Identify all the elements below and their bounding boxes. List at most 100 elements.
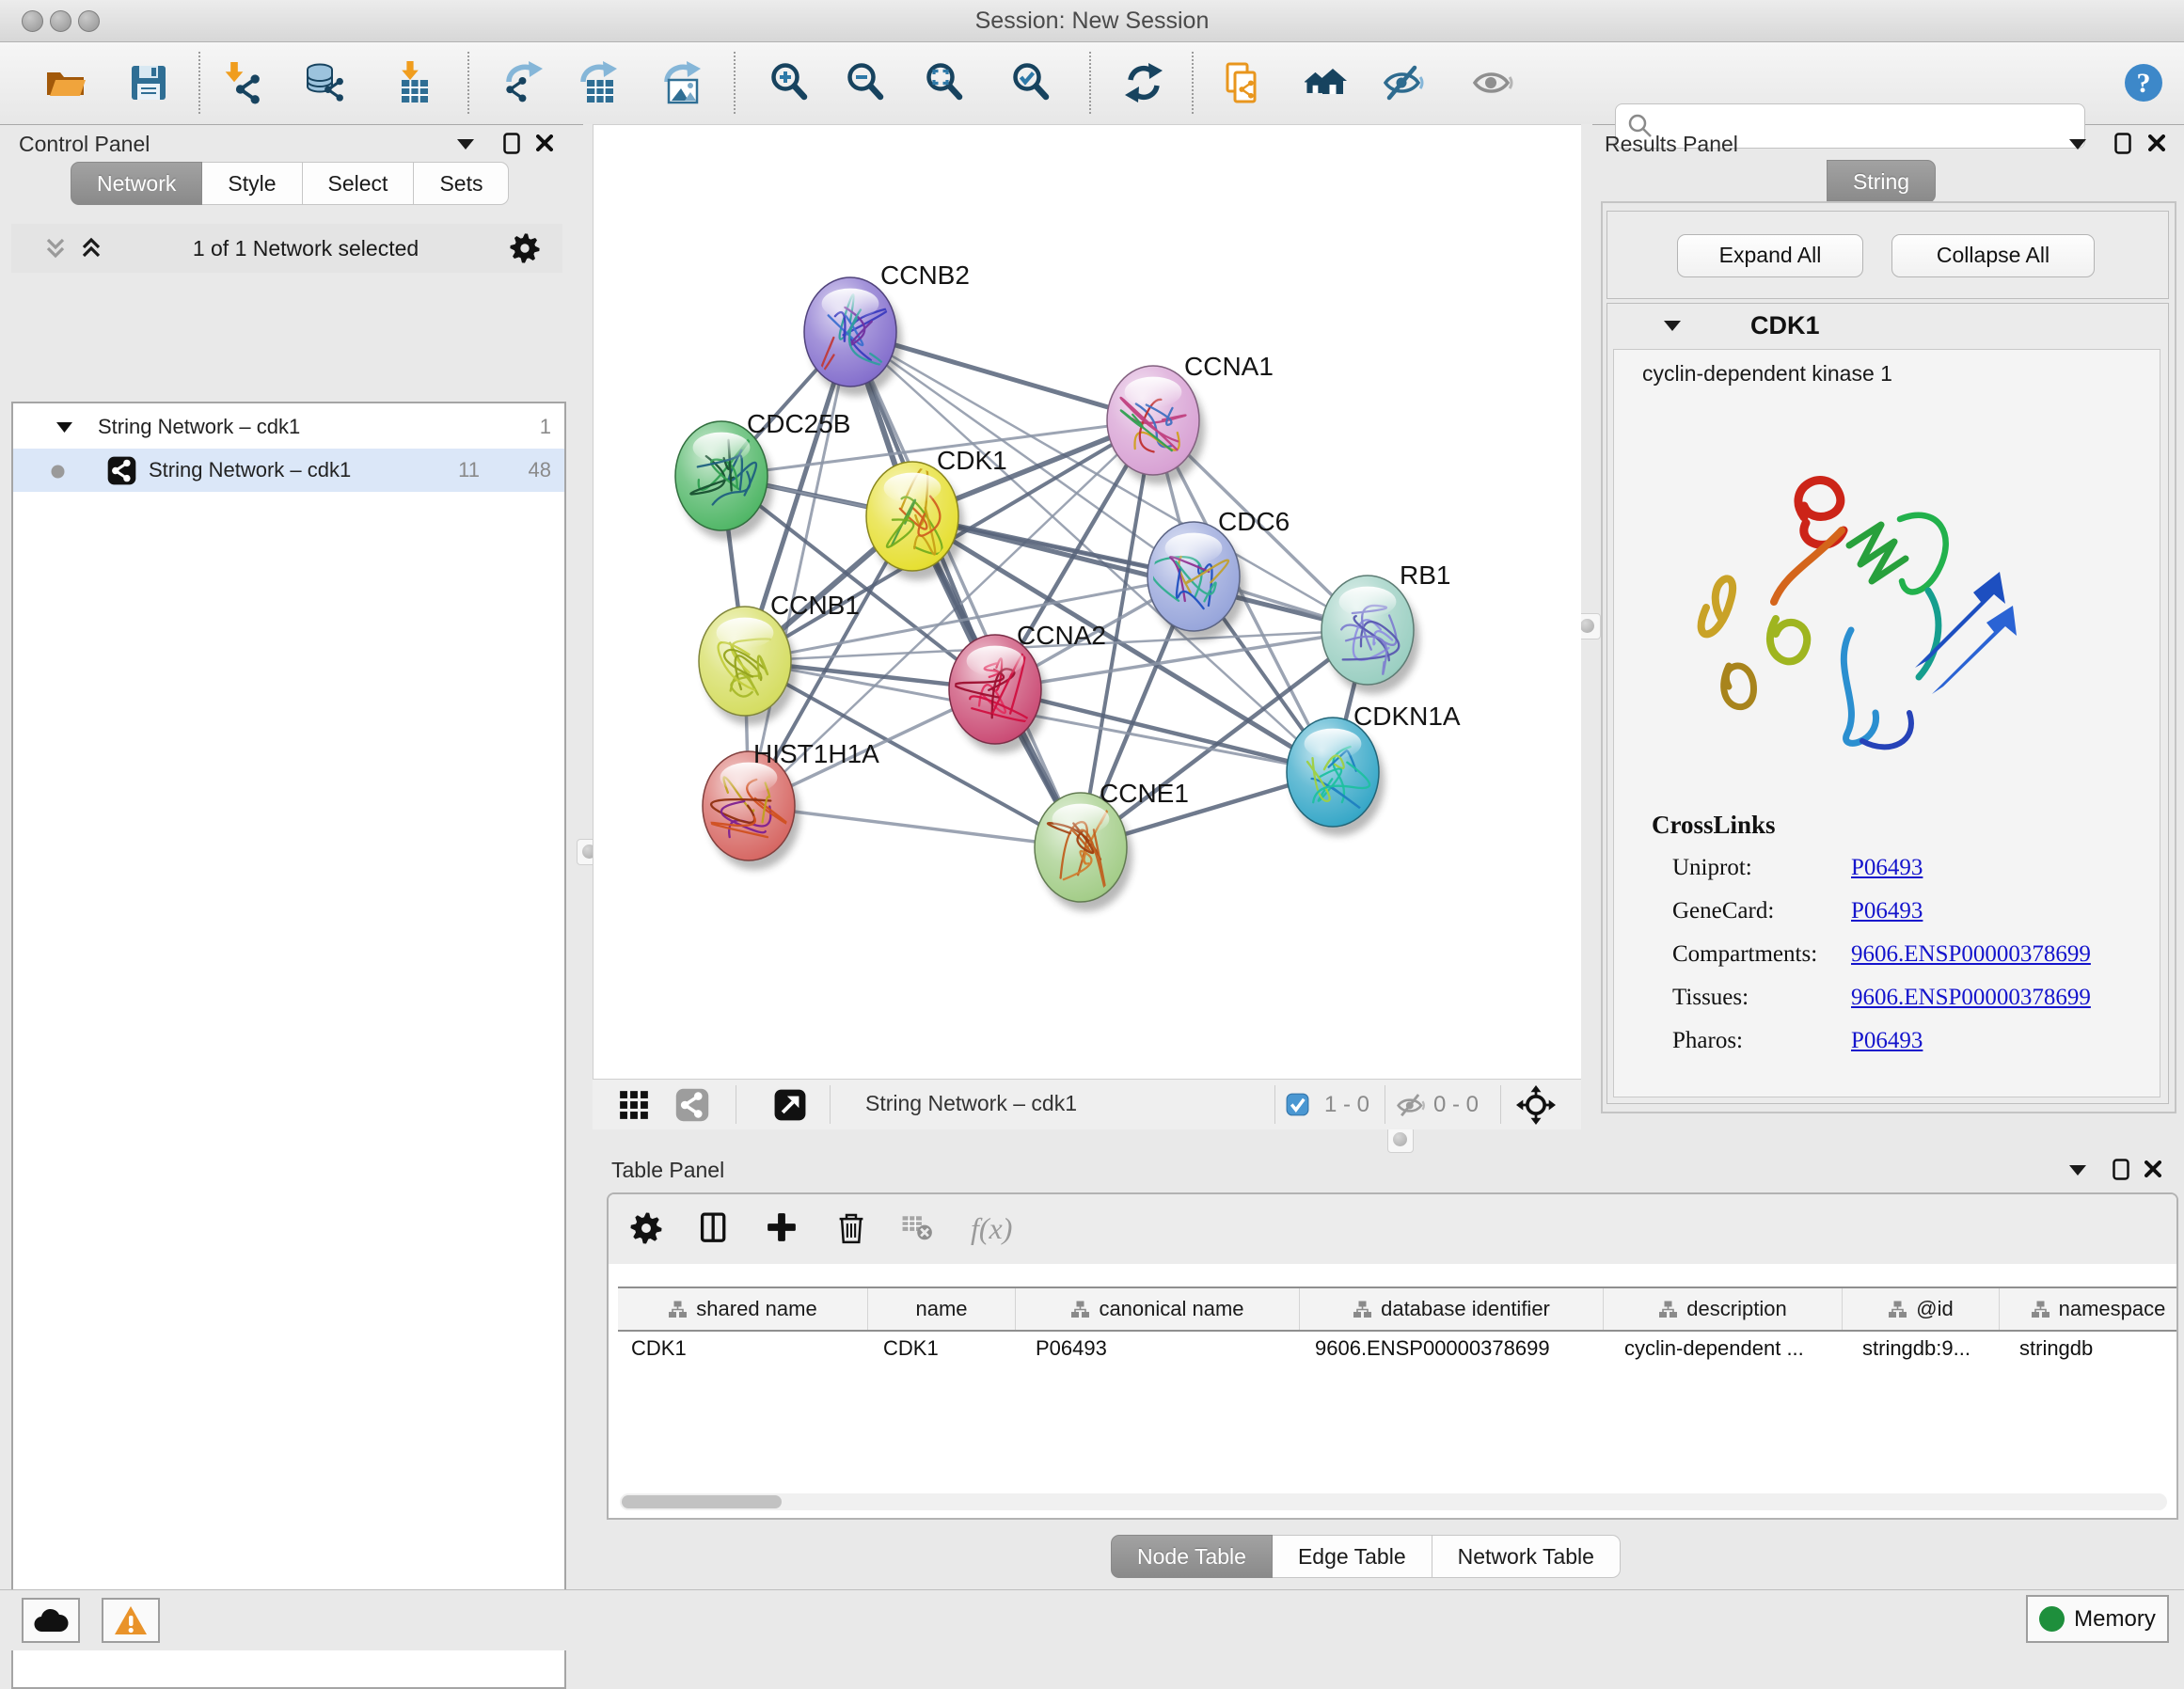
crosslink-link[interactable]: P06493 xyxy=(1851,890,1923,933)
import-table-button[interactable] xyxy=(388,61,432,104)
table-cell[interactable]: P06493 xyxy=(1016,1330,1300,1367)
collapse-all-button[interactable]: Collapse All xyxy=(1891,234,2095,277)
birds-eye-view-icon[interactable] xyxy=(773,1088,807,1122)
protein-collapse-icon[interactable] xyxy=(1664,321,1681,331)
table-panel-menu-icon[interactable] xyxy=(2069,1165,2086,1176)
tab-sets[interactable]: Sets xyxy=(414,162,509,205)
network-view-title: String Network – cdk1 xyxy=(865,1091,1077,1116)
network-node-CCNA1[interactable]: CCNA1 xyxy=(1107,352,1274,484)
cloud-button[interactable] xyxy=(22,1598,80,1643)
import-database-button[interactable] xyxy=(305,61,348,104)
tab-string[interactable]: String xyxy=(1827,160,1936,203)
tab-select[interactable]: Select xyxy=(303,162,415,205)
column-header-description[interactable]: description xyxy=(1604,1288,1843,1330)
table-cell[interactable]: cyclin-dependent ... xyxy=(1604,1330,1843,1367)
crosslink-link[interactable]: 9606.ENSP00000378699 xyxy=(1851,976,2091,1019)
table-cell[interactable]: stringdb xyxy=(2000,1330,2178,1367)
hide-selected-button[interactable] xyxy=(1382,61,1425,104)
column-type-icon xyxy=(1353,1301,1372,1318)
column-type-icon xyxy=(1888,1301,1907,1318)
refresh-button[interactable] xyxy=(1122,61,1165,104)
table-cell[interactable]: CDK1 xyxy=(868,1330,1016,1367)
crosslink-link[interactable]: P06493 xyxy=(1851,1019,1923,1063)
zoom-fit-button[interactable] xyxy=(923,61,966,104)
control-panel-close-icon[interactable] xyxy=(536,134,553,151)
network-node-CDC25B[interactable]: CDC25B xyxy=(675,409,850,540)
table-panel-float-icon[interactable] xyxy=(2113,1159,2129,1180)
columns-button[interactable] xyxy=(696,1210,732,1246)
tab-edge-table[interactable]: Edge Table xyxy=(1273,1535,1432,1578)
collapse-all-chevron-icon[interactable] xyxy=(43,236,68,260)
network-options-gear-icon[interactable] xyxy=(508,231,542,265)
zoom-selected-button[interactable] xyxy=(1009,61,1052,104)
hide-selected-icon xyxy=(1382,61,1425,104)
delete-button[interactable] xyxy=(833,1210,869,1246)
network-node-CDKN1A[interactable]: CDKN1A xyxy=(1287,702,1461,836)
tab-node-table[interactable]: Node Table xyxy=(1111,1535,1273,1578)
network-node-CCNB2[interactable]: CCNB2 xyxy=(804,260,970,396)
tab-network[interactable]: Network xyxy=(71,162,202,205)
duplicate-network-button[interactable] xyxy=(1221,61,1264,104)
control-panel-float-icon[interactable] xyxy=(503,133,520,154)
column-header-database-identifier[interactable]: database identifier xyxy=(1300,1288,1604,1330)
show-all-button[interactable] xyxy=(1471,61,1514,104)
selected-checkbox-icon[interactable] xyxy=(1286,1093,1309,1116)
open-session-button[interactable] xyxy=(44,61,87,104)
export-table-button[interactable] xyxy=(576,61,619,104)
network-tree-selected-row[interactable]: String Network – cdk1 11 48 xyxy=(13,449,564,492)
export-image-button[interactable] xyxy=(659,61,703,104)
column-header-name[interactable]: name xyxy=(868,1288,1016,1330)
column-header-canonical-name[interactable]: canonical name xyxy=(1016,1288,1300,1330)
column-header-namespace[interactable]: namespace xyxy=(2000,1288,2178,1330)
network-tree: String Network – cdk1 1 String Network –… xyxy=(11,402,566,1689)
tab-network-table[interactable]: Network Table xyxy=(1432,1535,1621,1578)
zoom-out-button[interactable] xyxy=(844,61,887,104)
column-label: database identifier xyxy=(1381,1297,1550,1321)
crosslink-link[interactable]: 9606.ENSP00000378699 xyxy=(1851,933,2091,976)
export-network-button[interactable] xyxy=(501,61,545,104)
crosslink-link[interactable]: P06493 xyxy=(1851,846,1923,890)
memory-button[interactable]: Memory xyxy=(2026,1595,2169,1643)
network-node-HIST1H1A[interactable]: HIST1H1A xyxy=(703,739,879,870)
network-node-CCNB1[interactable]: CCNB1 xyxy=(699,591,860,725)
help-button[interactable]: ? xyxy=(2122,61,2165,104)
table-cell[interactable]: CDK1 xyxy=(618,1330,868,1367)
warning-button[interactable] xyxy=(102,1598,160,1643)
tab-style[interactable]: Style xyxy=(202,162,302,205)
scrollbar-thumb[interactable] xyxy=(622,1495,782,1508)
results-panel-close-icon[interactable] xyxy=(2148,134,2165,151)
table-row[interactable]: CDK1CDK1P064939606.ENSP00000378699cyclin… xyxy=(618,1330,2178,1367)
gear-button[interactable] xyxy=(628,1210,664,1246)
network-edge[interactable] xyxy=(912,516,1368,630)
control-panel-tabs: NetworkStyleSelectSets xyxy=(71,162,509,205)
network-canvas[interactable]: CCNB2 CCNA1 CDC25B CDK1 CDC6 RB1 xyxy=(593,124,1581,1080)
zoom-fit-icon xyxy=(923,61,966,104)
table-container: f(x) shared namenamecanonical namedataba… xyxy=(607,1192,2178,1520)
table-header-row[interactable]: shared namenamecanonical name database id… xyxy=(618,1286,2178,1332)
network-node-RB1[interactable]: RB1 xyxy=(1321,560,1450,694)
table-cell[interactable]: 9606.ENSP00000378699 xyxy=(1300,1330,1604,1367)
save-session-button[interactable] xyxy=(127,61,170,104)
network-tree-root-row[interactable]: String Network – cdk1 1 xyxy=(13,405,564,449)
import-network-button[interactable] xyxy=(223,61,266,104)
zoom-in-button[interactable] xyxy=(768,61,811,104)
network-edge[interactable] xyxy=(850,332,1081,847)
tree-expand-icon[interactable] xyxy=(56,422,72,434)
crosslink-row: Uniprot:P06493 xyxy=(1614,846,2160,890)
add-column-button[interactable] xyxy=(765,1210,799,1244)
fit-selected-crosshair-icon[interactable] xyxy=(1516,1085,1556,1125)
column-header-shared-name[interactable]: shared name xyxy=(618,1288,868,1330)
table-horizontal-scrollbar[interactable] xyxy=(620,1493,2167,1510)
results-panel-float-icon[interactable] xyxy=(2114,133,2131,154)
first-neighbors-button[interactable] xyxy=(1305,61,1348,104)
control-panel-menu-icon[interactable] xyxy=(457,139,474,150)
table-cell[interactable]: stringdb:9... xyxy=(1843,1330,2000,1367)
results-panel-menu-icon[interactable] xyxy=(2069,139,2086,150)
table-panel-close-icon[interactable] xyxy=(2144,1160,2161,1177)
grid-view-icon[interactable] xyxy=(617,1088,651,1122)
network-edge[interactable] xyxy=(749,332,850,806)
expand-all-button[interactable]: Expand All xyxy=(1677,234,1863,277)
string-style-icon[interactable] xyxy=(675,1088,709,1122)
column-header-@id[interactable]: @id xyxy=(1843,1288,2000,1330)
expand-all-chevron-icon[interactable] xyxy=(79,236,103,260)
